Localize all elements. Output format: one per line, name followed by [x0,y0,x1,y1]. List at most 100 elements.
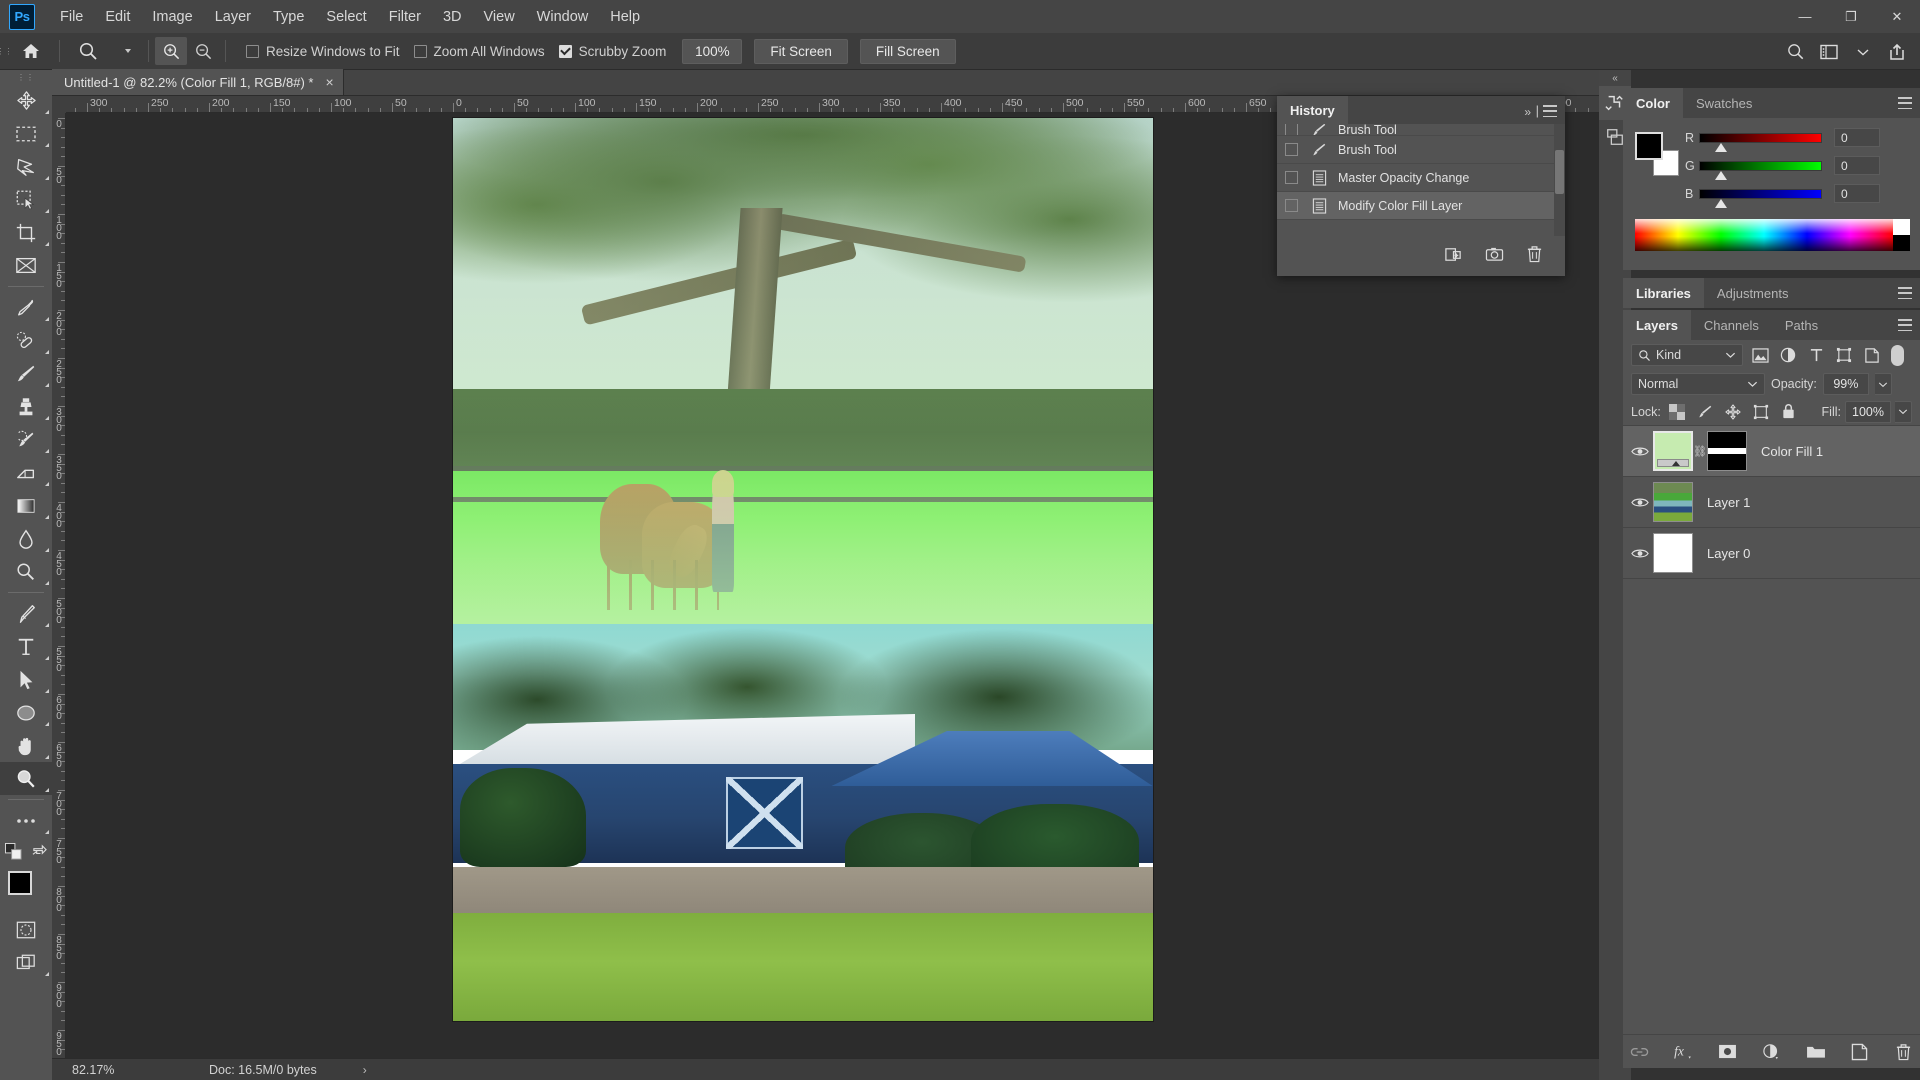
frame-tool[interactable] [0,249,52,282]
default-colors-icon[interactable] [0,843,26,860]
foreground-color-swatch[interactable] [1635,132,1663,160]
channel-value-r[interactable]: 0 [1834,128,1880,147]
lock-transparent-pixels-icon[interactable] [1665,401,1689,423]
menu-select[interactable]: Select [315,5,377,29]
maximize-button[interactable]: ❐ [1828,0,1874,33]
channel-value-g[interactable]: 0 [1834,156,1880,175]
menu-image[interactable]: Image [141,5,203,29]
vertical-ruler[interactable]: 0501001502002503003504004505005506006507… [52,113,66,1058]
layer-thumbnail[interactable] [1653,482,1693,522]
channel-value-b[interactable]: 0 [1834,184,1880,203]
layer-row-color-fill-1[interactable]: ⛓ Color Fill 1 [1623,426,1920,477]
zoom-tool-icon[interactable] [66,33,110,70]
scrubby-zoom-checkbox[interactable]: Scrubby Zoom [559,44,667,59]
crop-tool[interactable] [0,216,52,249]
rectangular-marquee-tool[interactable] [0,117,52,150]
add-layer-mask-icon[interactable] [1717,1041,1739,1063]
chevron-down-icon[interactable] [1747,380,1758,388]
black-white-swatch-ramp[interactable] [1893,219,1910,251]
history-scrollbar[interactable] [1554,124,1565,236]
zoom-tool[interactable] [0,762,52,795]
layer-visibility-toggle[interactable] [1627,528,1653,579]
tool-preset-chevron-icon[interactable] [110,37,142,65]
move-tool[interactable] [0,84,52,117]
chevron-down-icon[interactable] [1725,351,1736,359]
layer-name[interactable]: Layer 0 [1707,546,1750,561]
scrollbar-thumb[interactable] [1555,150,1564,194]
screen-mode-icon[interactable] [0,946,52,979]
type-filter-icon[interactable] [1805,344,1827,366]
tab-channels[interactable]: Channels [1691,310,1772,340]
new-adjustment-layer-icon[interactable] [1761,1041,1783,1063]
brush-tool[interactable] [0,357,52,390]
history-snapshot-checkbox[interactable] [1285,171,1298,184]
tab-adjustments[interactable]: Adjustments [1704,278,1802,308]
layer-name[interactable]: Color Fill 1 [1761,444,1823,459]
link-layers-icon[interactable] [1629,1041,1651,1063]
layer-mask-thumbnail[interactable] [1707,431,1747,471]
lock-all-icon[interactable] [1777,401,1801,423]
history-item[interactable]: Brush Tool [1277,136,1565,164]
slider-thumb-b[interactable] [1715,199,1727,208]
menu-layer[interactable]: Layer [204,5,262,29]
fill-stepper-chevron-icon[interactable] [1895,401,1912,423]
ellipse-tool[interactable] [0,696,52,729]
zoom-all-windows-checkbox[interactable]: Zoom All Windows [414,44,545,59]
lock-artboard-icon[interactable] [1749,401,1773,423]
slider-thumb-r[interactable] [1715,143,1727,152]
menu-help[interactable]: Help [599,5,651,29]
new-group-icon[interactable] [1805,1041,1827,1063]
layer-thumbnail[interactable] [1653,431,1693,471]
pixel-filter-icon[interactable] [1749,344,1771,366]
document-tab[interactable]: Untitled-1 @ 82.2% (Color Fill 1, RGB/8#… [52,69,344,95]
history-snapshot-checkbox[interactable] [1285,124,1298,136]
history-snapshot-checkbox[interactable] [1285,199,1298,212]
layer-visibility-toggle[interactable] [1627,477,1653,528]
menu-3d[interactable]: 3D [432,5,473,29]
menu-file[interactable]: File [49,5,94,29]
color-slider-b[interactable]: B 0 [1685,184,1880,203]
color-panel-menu-icon[interactable] [1898,97,1912,109]
menu-window[interactable]: Window [526,5,600,29]
fit-screen-button[interactable]: Fit Screen [754,39,848,64]
tab-layers[interactable]: Layers [1623,310,1691,340]
home-icon[interactable] [9,33,53,70]
swap-colors-icon[interactable] [26,844,52,859]
layer-thumbnail[interactable] [1653,533,1693,573]
fill-screen-button[interactable]: Fill Screen [860,39,956,64]
close-button[interactable]: ✕ [1874,0,1920,33]
hand-tool[interactable] [0,729,52,762]
lock-image-pixels-icon[interactable] [1693,401,1717,423]
pen-tool[interactable] [0,597,52,630]
options-bar-grip[interactable]: ⋮⋮ [0,33,9,70]
layer-list[interactable]: ⛓ Color Fill 1 Layer 1 [1623,426,1920,982]
history-snapshot-checkbox[interactable] [1285,143,1298,156]
menu-view[interactable]: View [473,5,526,29]
path-selection-tool[interactable] [0,663,52,696]
chevron-down-icon[interactable] [1848,37,1878,67]
history-item[interactable]: Brush Tool [1277,124,1565,136]
slider-track-b[interactable] [1699,189,1822,199]
image-canvas[interactable] [453,118,1153,1021]
new-layer-icon[interactable] [1849,1041,1871,1063]
foreground-color-swatch[interactable] [8,871,32,895]
layer-row-layer-0[interactable]: Layer 0 [1623,528,1920,579]
type-tool[interactable] [0,630,52,663]
status-zoom-level[interactable]: 82.17% [52,1063,147,1077]
tab-swatches[interactable]: Swatches [1683,88,1765,118]
shape-filter-icon[interactable] [1833,344,1855,366]
history-item[interactable]: Master Opacity Change [1277,164,1565,192]
layer-filter-kind-select[interactable]: Kind [1631,344,1743,366]
new-document-from-state-icon[interactable] [1444,245,1463,264]
share-icon[interactable] [1882,37,1912,67]
slider-track-g[interactable] [1699,161,1822,171]
lasso-tool[interactable] [0,150,52,183]
status-expand-icon[interactable]: › [363,1063,367,1077]
history-panel-menu-icon[interactable] [1543,105,1557,117]
slider-thumb-g[interactable] [1715,171,1727,180]
layer-row-layer-1[interactable]: Layer 1 [1623,477,1920,528]
gradient-tool[interactable] [0,489,52,522]
layer-name[interactable]: Layer 1 [1707,495,1750,510]
color-slider-r[interactable]: R 0 [1685,128,1880,147]
layer-visibility-toggle[interactable] [1627,426,1653,477]
